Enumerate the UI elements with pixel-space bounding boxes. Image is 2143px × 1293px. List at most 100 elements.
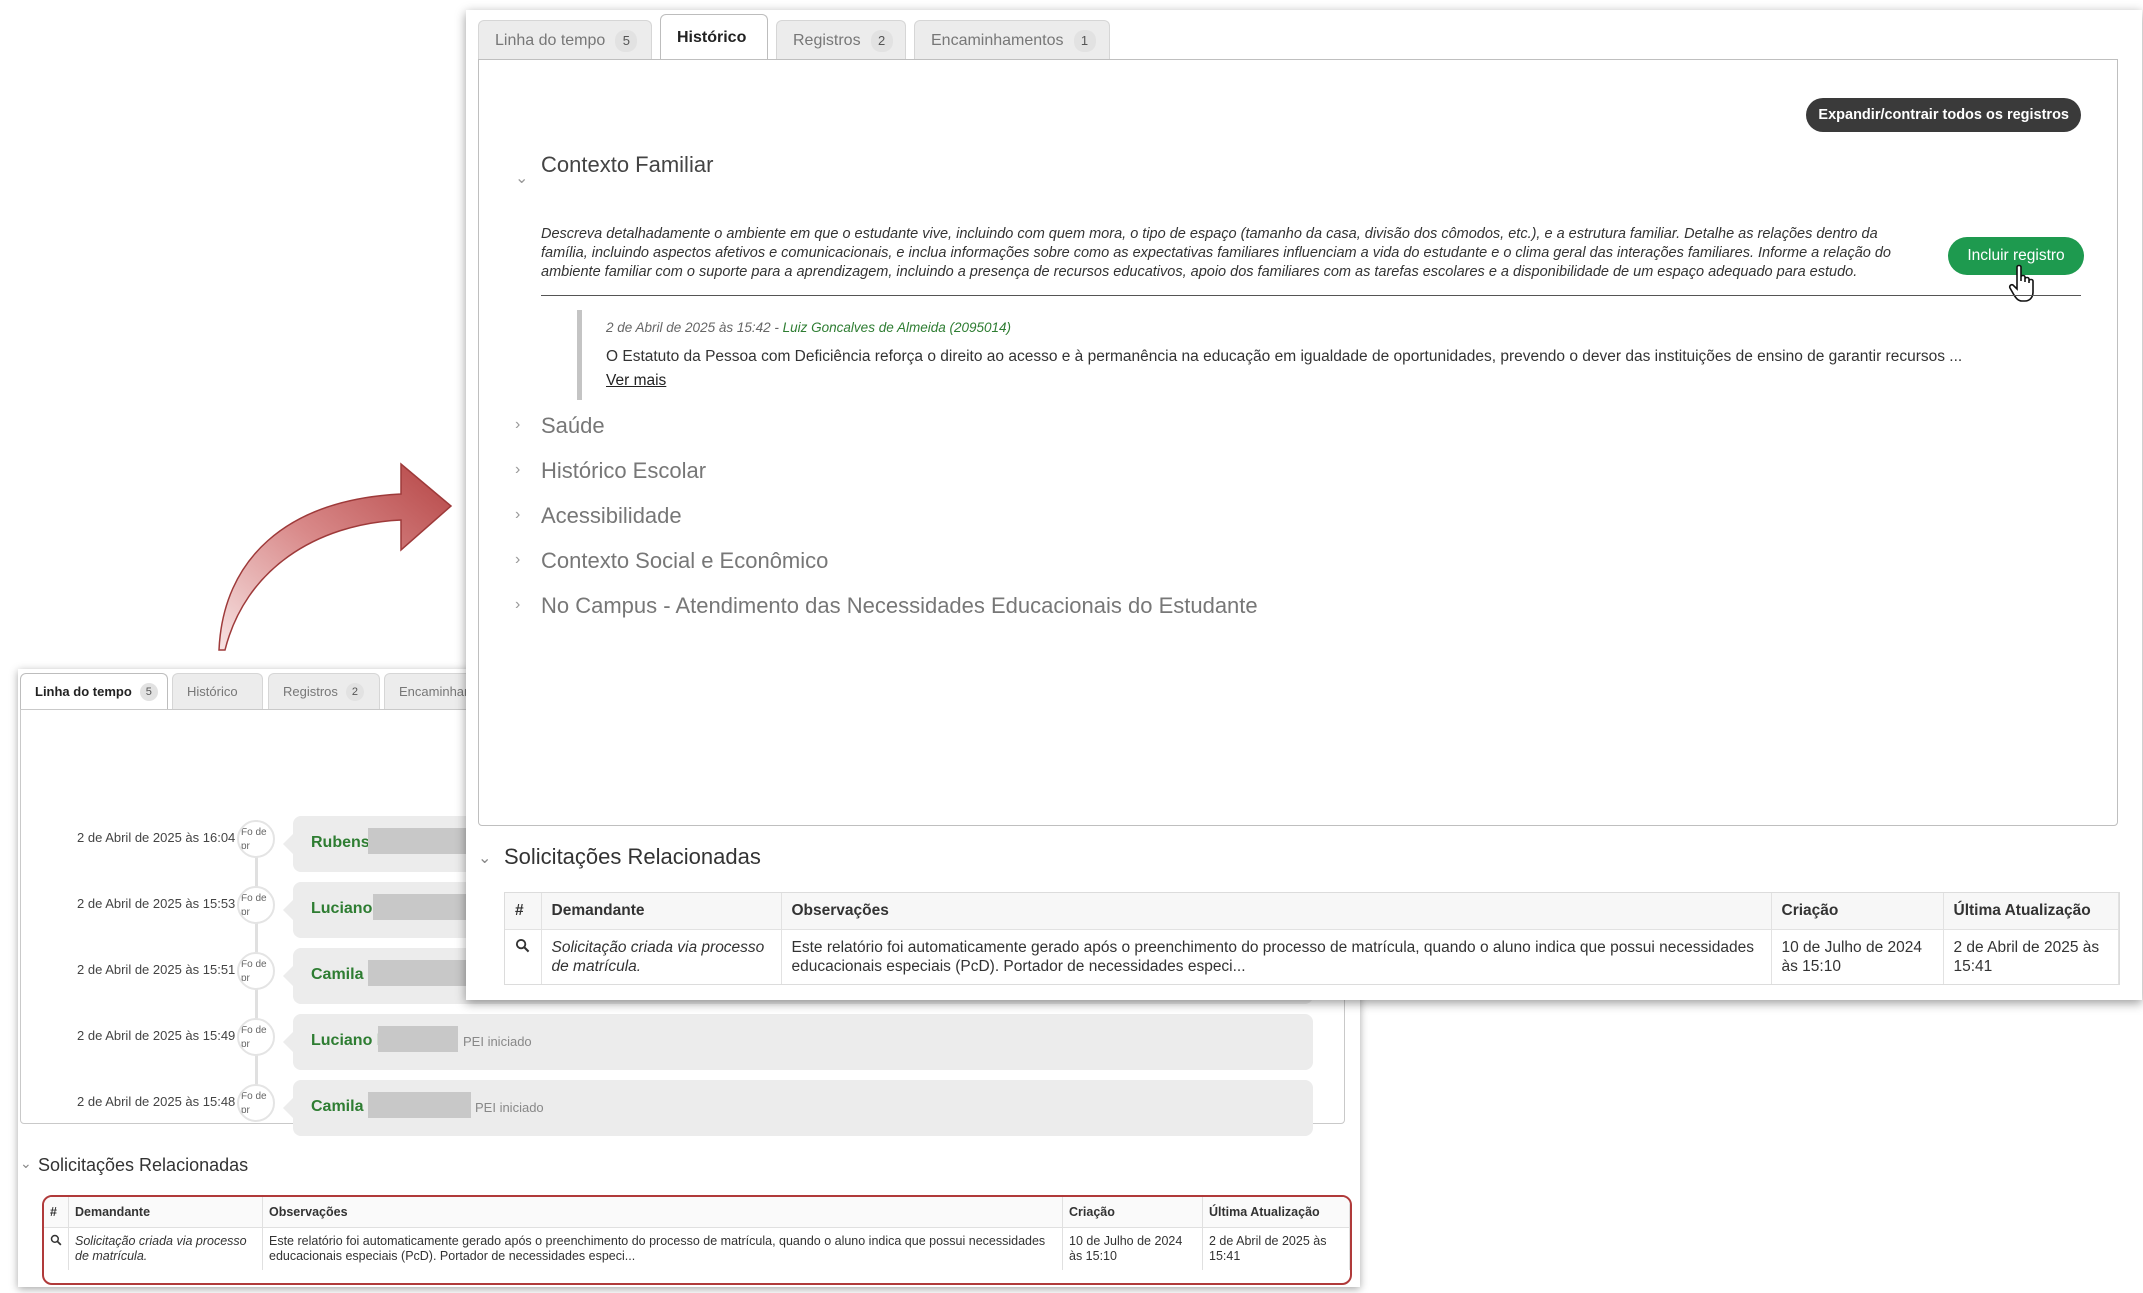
section-description: Descreva detalhadamente o ambiente em qu… [541, 226, 1891, 280]
section-historico-escolar[interactable]: Histórico Escolar [541, 458, 706, 484]
tab-registros[interactable]: Registros 2 [776, 20, 906, 60]
section-saude[interactable]: Saúde [541, 413, 605, 439]
timeline-bubble[interactable]: Luciano l PEI iniciado [283, 1014, 1313, 1070]
back-tab-registros[interactable]: Registros 2 [268, 673, 380, 709]
table-header: Última Atualização [1202, 1197, 1350, 1228]
demandante-cell: Solicitação criada via processo de matrí… [541, 929, 782, 984]
expand-collapse-all-button[interactable]: Expandir/contrair todos os registros [1806, 98, 2081, 132]
atualizacao-cell: 2 de Abril de 2025 às 15:41 [1202, 1227, 1350, 1270]
redaction-block [368, 828, 478, 854]
timeline-item: 2 de Abril de 2025 às 15:49 Fo de pr Luc… [21, 1008, 1341, 1070]
chevron-right-icon[interactable]: › [515, 551, 520, 569]
avatar: Fo de pr [237, 886, 275, 924]
record-author[interactable]: Luiz Goncalves de Almeida (2095014) [783, 320, 1011, 335]
timeline-user-name[interactable]: Rubens [311, 834, 370, 852]
solicitacoes-table: # Demandante Observações Criação Última … [44, 1197, 1350, 1270]
chevron-right-icon[interactable]: › [515, 506, 520, 524]
hand-cursor-icon [2008, 264, 2034, 302]
table-header: Criação [1062, 1197, 1203, 1228]
redaction-block [368, 960, 473, 986]
ver-mais-link[interactable]: Ver mais [606, 372, 666, 390]
search-icon[interactable] [505, 929, 542, 984]
solicitacoes-highlight-box: # Demandante Observações Criação Última … [42, 1195, 1352, 1285]
redaction-block [368, 1092, 471, 1118]
timeline-user-name[interactable]: Camila [311, 966, 363, 984]
chevron-right-icon[interactable]: › [515, 596, 520, 614]
solicitacoes-title[interactable]: Solicitações Relacionadas [504, 844, 761, 870]
solicitacoes-title[interactable]: Solicitações Relacionadas [38, 1155, 248, 1176]
timeline-user-name[interactable]: Luciano [311, 900, 372, 918]
chevron-down-icon[interactable]: ⌄ [515, 168, 528, 188]
timeline-user-name[interactable]: Camila [311, 1098, 363, 1116]
historico-panel: Expandir/contrair todos os registros ⌄ C… [478, 59, 2118, 826]
table-header: Observações [262, 1197, 1063, 1228]
record-text: O Estatuto da Pessoa com Deficiência ref… [606, 348, 1963, 365]
table-row: Solicitação criada via processo de matrí… [44, 1227, 1350, 1270]
back-tab-linha-do-tempo[interactable]: Linha do tempo 5 [20, 673, 168, 709]
redaction-block [378, 1026, 458, 1052]
divider [541, 295, 2081, 296]
table-header: Demandante [68, 1197, 263, 1228]
tab-historico[interactable]: Histórico [660, 14, 768, 60]
solicitacoes-table: # Demandante Observações Criação Última … [505, 893, 2119, 984]
tab-count-badge: 2 [870, 29, 893, 52]
tab-count-badge: 5 [139, 682, 158, 701]
tab-label: Linha do tempo [495, 31, 606, 49]
table-header-row: # Demandante Observações Criação Última … [505, 893, 2119, 930]
back-tab-historico[interactable]: Histórico [172, 673, 263, 709]
tab-count-badge: 1 [1073, 29, 1096, 52]
timeline-user-name[interactable]: Luciano l [311, 1032, 381, 1050]
timeline-item: 2 de Abril de 2025 às 15:48 Fo de pr Cam… [21, 1074, 1341, 1136]
section-contexto-social[interactable]: Contexto Social e Econômico [541, 548, 828, 574]
table-header: # [44, 1197, 69, 1228]
tab-label: Registros [283, 684, 338, 699]
front-tab-bar: Linha do tempo 5 Histórico Registros 2 E… [478, 14, 2078, 60]
criacao-cell: 10 de Julho de 2024 às 15:10 [1771, 929, 1944, 984]
record-meta: 2 de Abril de 2025 às 15:42 - Luiz Gonca… [606, 320, 1011, 335]
table-header: Demandante [541, 893, 782, 930]
chevron-down-icon[interactable]: ⌄ [478, 848, 491, 868]
criacao-cell: 10 de Julho de 2024 às 15:10 [1062, 1227, 1203, 1270]
table-header: Criação [1771, 893, 1944, 930]
record-date: 2 de Abril de 2025 às 15:42 - [606, 320, 779, 335]
historico-screenshot: Linha do tempo 5 Histórico Registros 2 E… [466, 10, 2142, 1000]
tab-label: Registros [793, 31, 861, 49]
avatar: Fo de pr [237, 952, 275, 990]
timeline-bubble[interactable]: Camila PEI iniciado [283, 1080, 1313, 1136]
timeline-action: PEI iniciado [463, 1034, 532, 1049]
tab-label: Histórico [677, 28, 747, 46]
table-header: # [505, 893, 542, 930]
solicitacoes-table-wrapper: # Demandante Observações Criação Última … [504, 892, 2120, 985]
section-no-campus[interactable]: No Campus - Atendimento das Necessidades… [541, 593, 1258, 619]
observacoes-cell: Este relatório foi automaticamente gerad… [262, 1227, 1063, 1270]
section-acessibilidade[interactable]: Acessibilidade [541, 503, 682, 529]
tab-encaminhamentos[interactable]: Encaminhamentos 1 [914, 20, 1110, 60]
chevron-down-icon[interactable]: ⌄ [20, 1155, 32, 1172]
tab-label: Histórico [187, 684, 238, 699]
table-header: Observações [781, 893, 1772, 930]
timeline-date: 2 de Abril de 2025 às 15:53 [77, 896, 236, 911]
avatar: Fo de pr [237, 1018, 275, 1056]
timeline-date: 2 de Abril de 2025 às 15:49 [77, 1028, 236, 1043]
avatar: Fo de pr [237, 820, 275, 858]
curved-arrow-icon [218, 462, 453, 651]
tab-label: Linha do tempo [35, 684, 132, 699]
section-contexto-familiar[interactable]: Contexto Familiar [541, 152, 713, 178]
observacoes-cell: Este relatório foi automaticamente gerad… [781, 929, 1772, 984]
tab-count-badge: 2 [345, 682, 364, 701]
search-icon[interactable] [44, 1227, 69, 1270]
record-entry: 2 de Abril de 2025 às 15:42 - Luiz Gonca… [577, 310, 2087, 400]
timeline-date: 2 de Abril de 2025 às 15:51 [77, 962, 236, 977]
tab-count-badge: 5 [615, 29, 638, 52]
timeline-date: 2 de Abril de 2025 às 16:04 [77, 830, 236, 845]
avatar: Fo de pr [237, 1084, 275, 1122]
tab-linha-do-tempo[interactable]: Linha do tempo 5 [478, 20, 652, 60]
tab-label: Encaminham [399, 684, 475, 699]
table-row: Solicitação criada via processo de matrí… [505, 929, 2119, 984]
atualizacao-cell: 2 de Abril de 2025 às 15:41 [1943, 929, 2119, 984]
tab-label: Encaminhamentos [931, 31, 1064, 49]
chevron-right-icon[interactable]: › [515, 461, 520, 479]
chevron-right-icon[interactable]: › [515, 416, 520, 434]
redaction-block [373, 894, 473, 920]
demandante-cell: Solicitação criada via processo de matrí… [68, 1227, 263, 1270]
